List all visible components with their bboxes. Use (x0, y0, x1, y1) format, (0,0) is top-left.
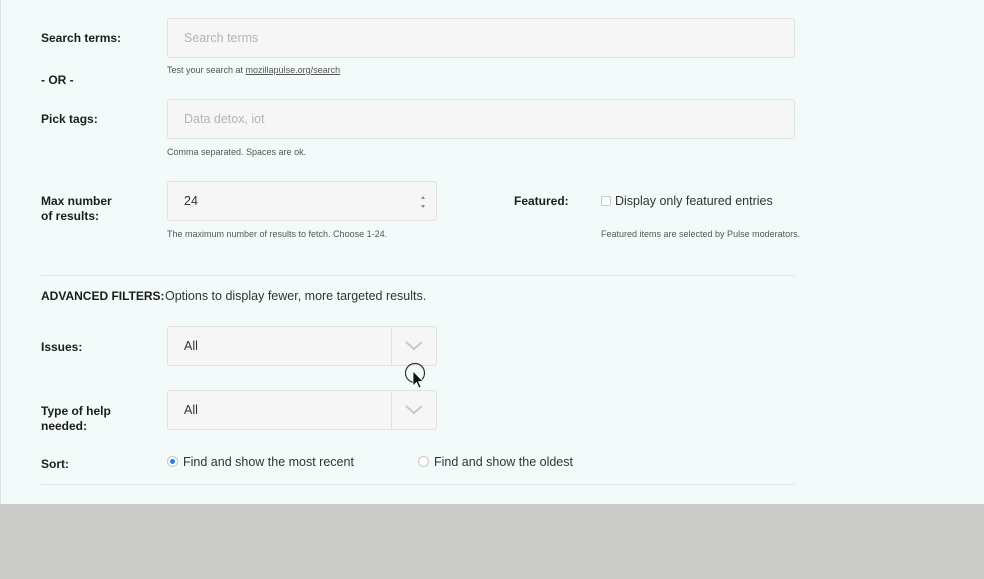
featured-label: Featured: (514, 194, 569, 208)
help-type-label: Type of help needed: (41, 404, 111, 434)
max-results-label-line2: of results: (41, 209, 100, 223)
issues-selected-value: All (184, 339, 198, 353)
max-results-label: Max number of results: (41, 194, 112, 224)
bottom-divider (41, 484, 795, 485)
max-results-input[interactable]: 24 (167, 181, 437, 221)
filter-panel: Search terms: Search terms Test your sea… (0, 0, 984, 505)
max-results-label-line1: Max number (41, 194, 112, 208)
search-help-text: Test your search at (167, 65, 246, 75)
pick-tags-placeholder: Data detox, iot (184, 112, 265, 126)
chevron-down-icon (405, 341, 423, 351)
sort-recent-radio[interactable] (167, 456, 178, 467)
sort-oldest-label[interactable]: Find and show the oldest (434, 455, 573, 470)
max-results-value: 24 (184, 194, 198, 208)
issues-select[interactable]: All (167, 326, 437, 366)
help-type-label-line2: needed: (41, 419, 88, 433)
featured-checkbox[interactable] (601, 196, 611, 206)
issues-label: Issues: (41, 340, 83, 354)
help-type-selected-value: All (184, 403, 198, 417)
advanced-filters-description: Options to display fewer, more targeted … (165, 289, 427, 303)
search-terms-placeholder: Search terms (184, 31, 259, 45)
featured-checkbox-label[interactable]: Display only featured entries (615, 194, 773, 209)
featured-help: Featured items are selected by Pulse mod… (601, 229, 801, 239)
search-help: Test your search at mozillapulse.org/sea… (167, 65, 340, 76)
help-type-select[interactable]: All (167, 390, 437, 430)
sort-recent-label[interactable]: Find and show the most recent (183, 455, 354, 470)
tags-help: Comma separated. Spaces are ok. (167, 147, 307, 157)
help-type-dropdown-button[interactable] (391, 391, 436, 429)
or-separator: - OR - (41, 73, 74, 87)
mouse-cursor-icon (404, 362, 426, 389)
sort-label: Sort: (41, 457, 69, 471)
advanced-filters-label: ADVANCED FILTERS: (41, 289, 165, 303)
search-terms-label: Search terms: (41, 31, 122, 45)
section-divider (41, 275, 795, 276)
search-help-link[interactable]: mozillapulse.org/search (246, 65, 341, 75)
number-stepper-icon[interactable] (420, 196, 426, 208)
help-type-label-line1: Type of help (41, 404, 111, 418)
issues-dropdown-button[interactable] (391, 327, 436, 365)
chevron-down-icon (405, 405, 423, 415)
max-results-help: The maximum number of results to fetch. … (167, 229, 388, 239)
sort-oldest-radio[interactable] (418, 456, 429, 467)
pick-tags-label: Pick tags: (41, 112, 98, 126)
search-terms-input[interactable]: Search terms (167, 18, 795, 58)
pick-tags-input[interactable]: Data detox, iot (167, 99, 795, 139)
